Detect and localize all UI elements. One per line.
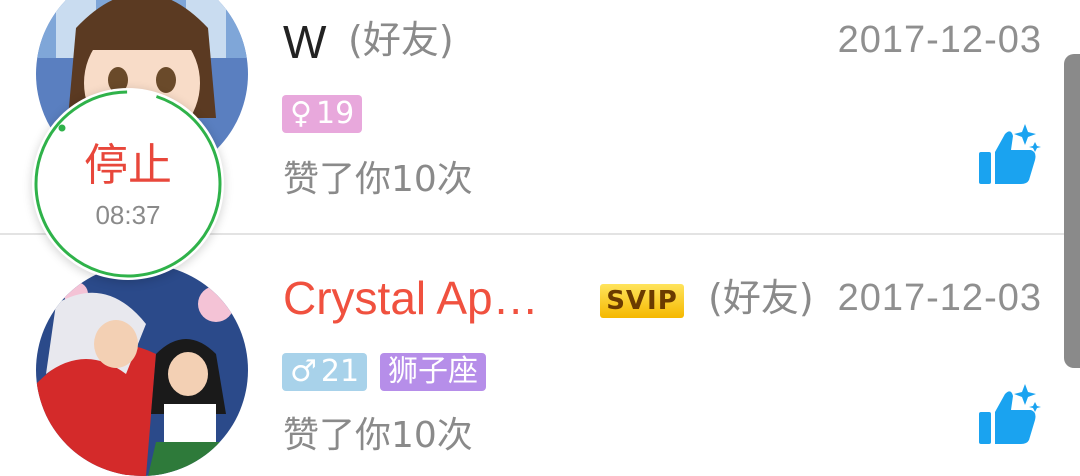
gender-age-tag: ♂ 21 [282, 353, 368, 391]
svip-badge: SVIP [600, 284, 684, 318]
female-icon: ♀ [290, 96, 312, 131]
like-button[interactable] [975, 122, 1041, 188]
avatar[interactable] [36, 264, 248, 476]
record-timer: 08:37 [95, 200, 161, 230]
relation-label: (好友) [708, 276, 814, 320]
age-value: 19 [315, 96, 355, 131]
like-date: 2017-12-03 [837, 19, 1042, 61]
male-icon: ♂ [290, 354, 317, 389]
liked-count-text: 赞了你10次 [283, 159, 473, 200]
like-date: 2017-12-03 [837, 277, 1042, 319]
like-button[interactable] [975, 382, 1041, 448]
user-name[interactable]: Crystal Ap… [283, 270, 558, 326]
relation-label: (好友) [348, 18, 454, 62]
liked-count-text: 赞了你10次 [283, 415, 473, 456]
stop-label: 停止 [84, 140, 172, 191]
gender-age-tag: ♀ 19 [282, 95, 363, 133]
thumbs-up-sparkle-icon [979, 384, 1041, 444]
recording-stop-button[interactable]: 停止 08:37 [32, 88, 224, 280]
thumbs-up-sparkle-icon [979, 124, 1041, 184]
age-value: 21 [320, 354, 360, 389]
scrollbar[interactable] [1064, 54, 1080, 368]
user-name[interactable]: W [283, 14, 326, 70]
zodiac-tag: 狮子座 [380, 353, 486, 391]
